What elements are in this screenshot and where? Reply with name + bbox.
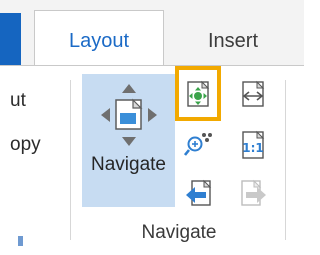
group-separator <box>70 80 71 240</box>
zoom-to-selected-button[interactable] <box>184 130 216 162</box>
navigate-icon <box>101 84 157 146</box>
group-separator-right <box>285 80 286 240</box>
svg-text:1:1: 1:1 <box>242 141 264 155</box>
zoom-to-extent-highlight <box>175 66 221 121</box>
fixed-zoom-out-button[interactable] <box>238 79 270 111</box>
tab-layout[interactable]: Layout <box>34 10 164 66</box>
next-extent-button[interactable] <box>238 178 270 210</box>
navigate-group-label: Navigate <box>141 222 217 243</box>
navigate-button[interactable]: Navigate <box>82 74 175 207</box>
tab-insert[interactable]: Insert <box>178 17 288 65</box>
zoom-100-percent-icon: 1:1 <box>242 130 265 159</box>
next-extent-icon <box>241 179 266 206</box>
copy-button-label[interactable]: opy <box>10 134 41 156</box>
zoom-to-selected-icon <box>184 133 212 156</box>
previous-extent-icon <box>186 179 212 206</box>
file-tab-edge[interactable] <box>0 13 21 65</box>
group-dialog-launcher[interactable] <box>18 236 23 246</box>
previous-extent-button[interactable] <box>184 178 216 210</box>
navigate-button-label: Navigate <box>91 154 166 175</box>
zoom-100-percent-button[interactable]: 1:1 <box>238 130 270 162</box>
fixed-zoom-out-icon <box>242 80 265 107</box>
cut-button-label[interactable]: ut <box>10 90 26 112</box>
ribbon-tab-strip: Layout Insert <box>0 0 304 66</box>
